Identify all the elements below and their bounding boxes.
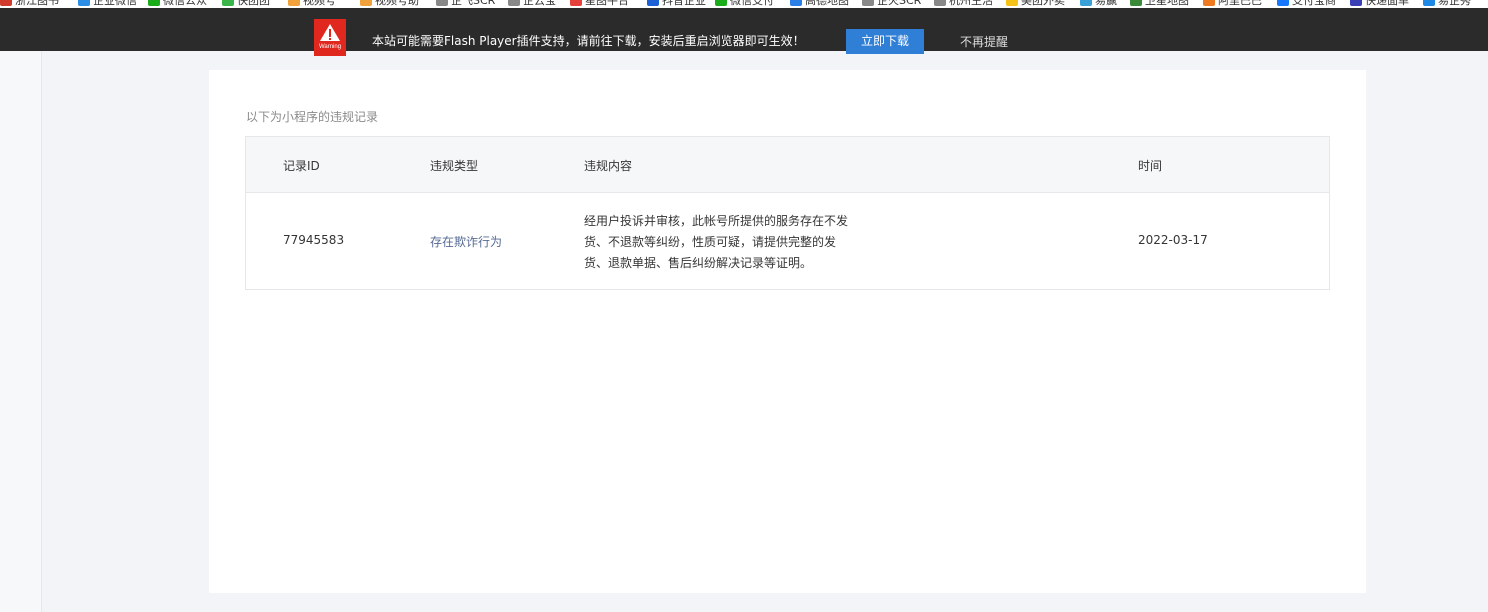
- section-title: 以下为小程序的违规记录: [246, 110, 379, 124]
- bookmark-label: 快递面单: [1365, 0, 1409, 7]
- flash-message: 本站可能需要Flash Player插件支持，请前往下载，安装后重启浏览器即可生…: [372, 34, 805, 48]
- bookmark-item[interactable]: 快团团: [222, 0, 270, 7]
- column-header-id: 记录ID: [283, 159, 320, 173]
- record-id: 77945583: [283, 233, 345, 247]
- violation-type-link[interactable]: 存在欺诈行为: [430, 233, 502, 250]
- bookmark-label: 阿里巴巴: [1218, 0, 1262, 7]
- bookmark-favicon-icon: [222, 0, 234, 6]
- bookmark-favicon-icon: [1080, 0, 1092, 6]
- bookmark-label: 杭州生活: [949, 0, 993, 7]
- bookmark-favicon-icon: [436, 0, 448, 6]
- record-time: 2022-03-17: [1138, 233, 1208, 247]
- bookmark-item[interactable]: 企云宝: [508, 0, 556, 7]
- bookmark-item[interactable]: 星图平台: [570, 0, 629, 7]
- dismiss-link[interactable]: 不再提醒: [960, 33, 1008, 50]
- bookmark-favicon-icon: [148, 0, 160, 6]
- bookmark-favicon-icon: [0, 0, 12, 6]
- bookmark-favicon-icon: [1423, 0, 1435, 6]
- violation-content: 经用户投诉并审核，此帐号所提供的服务存在不发货、不退款等纠纷，性质可疑，请提供完…: [584, 214, 849, 270]
- bookmark-item[interactable]: 视频号: [288, 0, 336, 7]
- bookmark-label: 企飞SCR: [451, 0, 496, 7]
- bookmark-item[interactable]: 快递面单: [1350, 0, 1409, 7]
- bookmark-label: 视频号: [303, 0, 336, 7]
- bookmark-favicon-icon: [1277, 0, 1289, 6]
- bookmark-favicon-icon: [647, 0, 659, 6]
- bookmark-label: 抖音企业: [662, 0, 706, 7]
- bookmark-favicon-icon: [1006, 0, 1018, 6]
- bookmark-label: 易企秀: [1438, 0, 1471, 7]
- bookmark-favicon-icon: [934, 0, 946, 6]
- bookmark-label: 易赢: [1095, 0, 1117, 7]
- bookmark-favicon-icon: [288, 0, 300, 6]
- bookmark-item[interactable]: 杭州生活: [934, 0, 993, 7]
- bookmark-label: 星图平台: [585, 0, 629, 7]
- column-header-type: 违规类型: [430, 159, 479, 173]
- bookmark-item[interactable]: 抖音企业: [647, 0, 706, 7]
- table-header: 记录ID 违规类型 违规内容 时间: [246, 137, 1329, 193]
- warning-badge: Warning: [314, 19, 346, 56]
- bookmark-favicon-icon: [360, 0, 372, 6]
- bookmark-favicon-icon: [1350, 0, 1362, 6]
- bookmark-item[interactable]: 美团外卖: [1006, 0, 1065, 7]
- bookmark-label: 视频号助: [375, 0, 419, 7]
- bookmark-item[interactable]: 企飞SCR: [436, 0, 495, 7]
- bookmark-item[interactable]: 企火SCR: [862, 0, 921, 7]
- bookmark-label: 浙江图书: [15, 0, 59, 7]
- bookmark-item[interactable]: 视频号助: [360, 0, 419, 7]
- bookmark-item[interactable]: 易企秀: [1423, 0, 1471, 7]
- bookmark-favicon-icon: [1130, 0, 1142, 6]
- bookmark-label: 微信支付: [730, 0, 774, 7]
- bookmark-item[interactable]: 微信公众: [148, 0, 207, 7]
- bookmark-item[interactable]: 微信支付: [715, 0, 774, 7]
- bookmark-label: 高德地图: [805, 0, 849, 7]
- left-sidebar: [0, 51, 42, 612]
- bookmark-item[interactable]: 高德地图: [790, 0, 849, 7]
- bookmark-favicon-icon: [78, 0, 90, 6]
- bookmark-favicon-icon: [862, 0, 874, 6]
- flash-notice-bar: Warning 本站可能需要Flash Player插件支持，请前往下载，安装后…: [0, 8, 1488, 56]
- violation-records-table: 记录ID 违规类型 违规内容 时间 77945583 存在欺诈行为 经用户投诉并…: [245, 136, 1330, 290]
- bookmark-favicon-icon: [790, 0, 802, 6]
- bookmark-favicon-icon: [508, 0, 520, 6]
- bookmark-item[interactable]: 浙江图书: [0, 0, 59, 7]
- bookmark-item[interactable]: 易赢: [1080, 0, 1117, 7]
- column-header-content: 违规内容: [584, 159, 633, 173]
- bookmark-label: 企云宝: [523, 0, 556, 7]
- bookmark-label: 支付宝商: [1292, 0, 1336, 7]
- bookmark-label: 企火SCR: [877, 0, 922, 7]
- warning-label: Warning: [318, 44, 342, 50]
- bookmark-label: 微信公众: [163, 0, 207, 7]
- bookmark-favicon-icon: [715, 0, 727, 6]
- download-button[interactable]: 立即下载: [846, 29, 924, 54]
- bookmark-item[interactable]: 阿里巴巴: [1203, 0, 1262, 7]
- bookmark-label: 美团外卖: [1021, 0, 1065, 7]
- bookmark-label: 企业微信: [93, 0, 137, 7]
- bookmark-item[interactable]: 支付宝商: [1277, 0, 1336, 7]
- bookmark-label: 快团团: [237, 0, 270, 7]
- bookmark-favicon-icon: [1203, 0, 1215, 6]
- bookmark-item[interactable]: 卫星地图: [1130, 0, 1189, 7]
- bookmark-item[interactable]: 企业微信: [78, 0, 137, 7]
- bookmark-favicon-icon: [570, 0, 582, 6]
- column-header-time: 时间: [1138, 159, 1163, 173]
- bookmark-label: 卫星地图: [1145, 0, 1189, 7]
